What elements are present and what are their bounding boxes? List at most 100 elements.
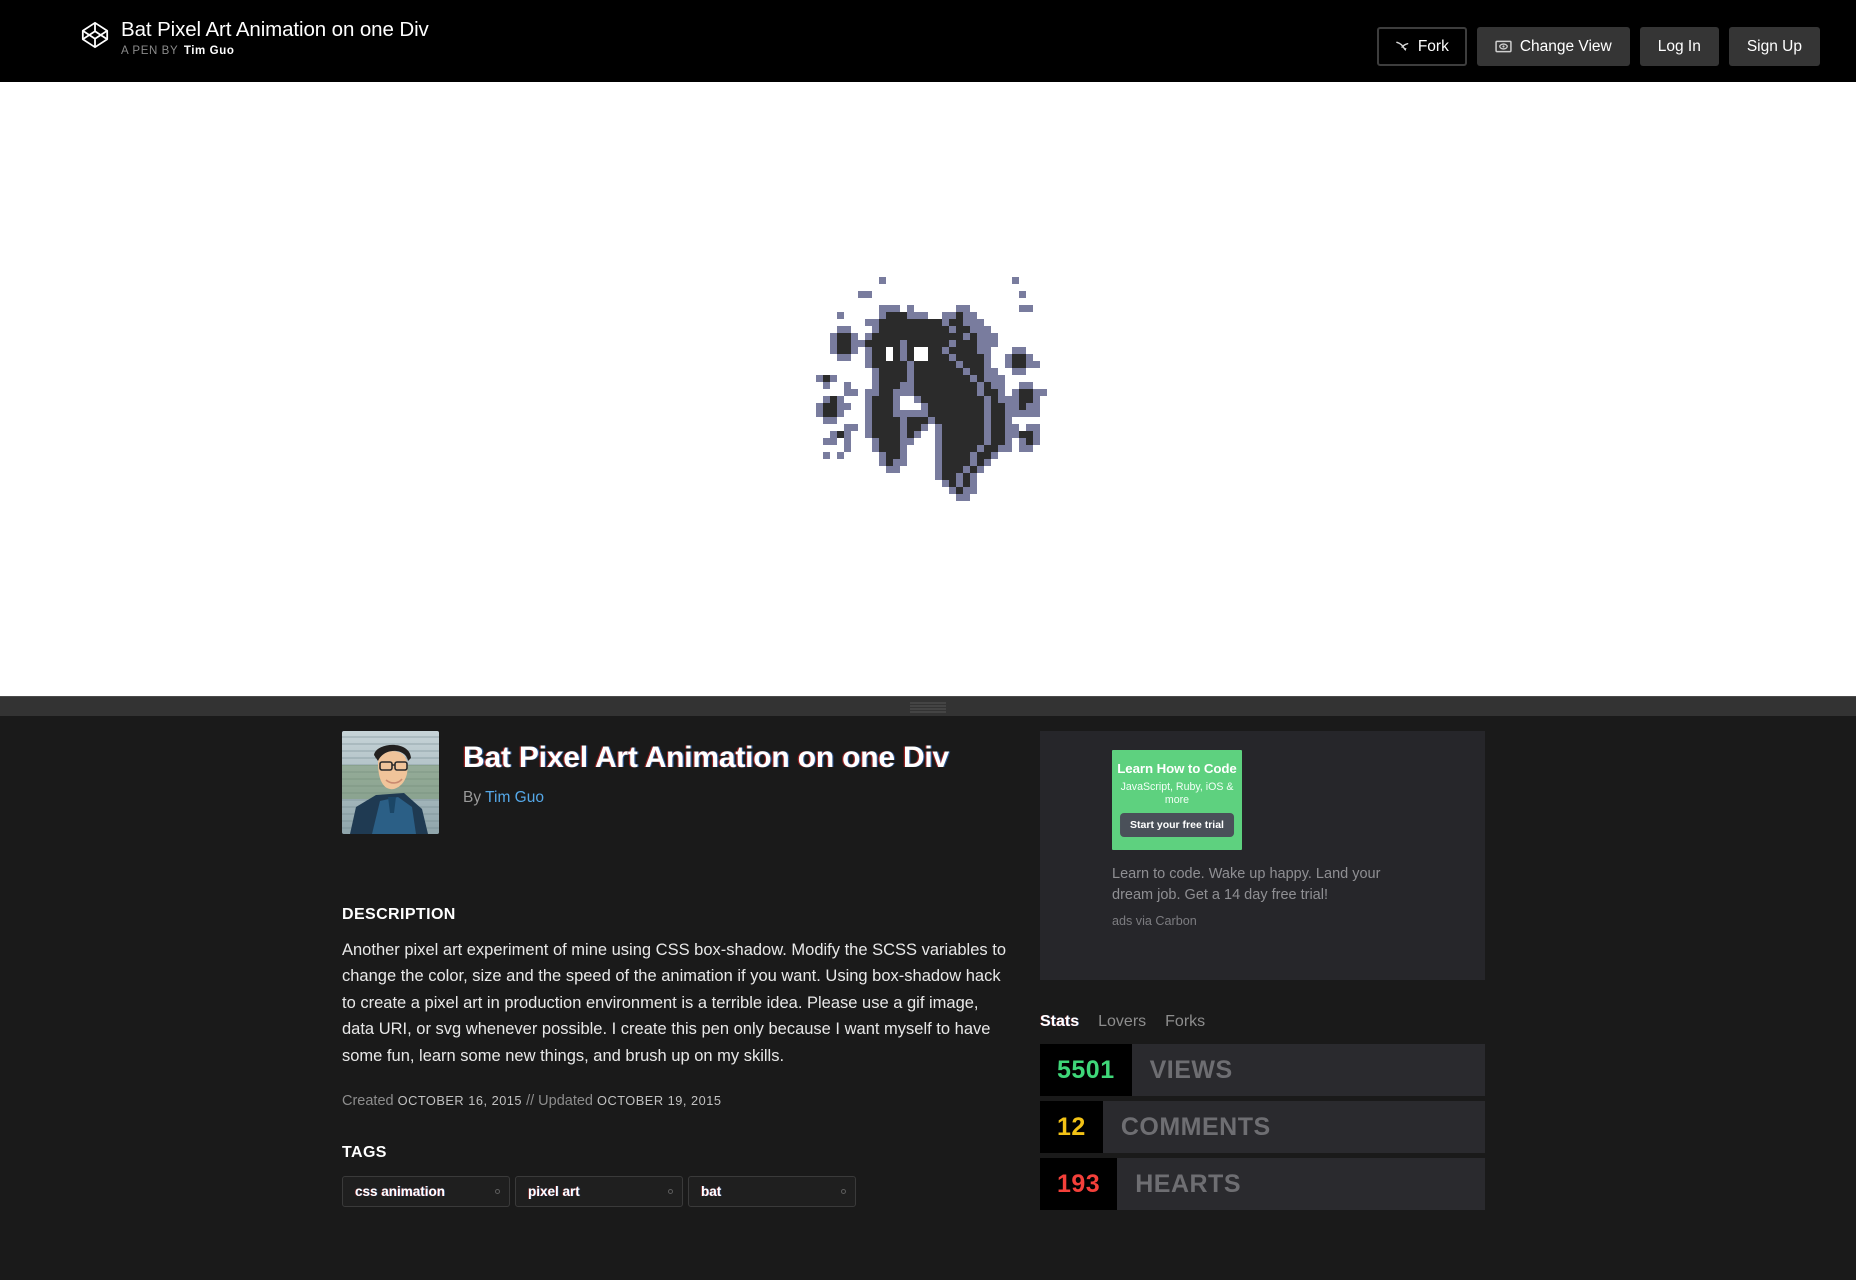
avatar[interactable]: [342, 731, 439, 834]
tag-bat[interactable]: bat: [688, 1176, 856, 1208]
bat-pixel: [816, 375, 823, 382]
bat-pixel: [970, 431, 977, 438]
bat-pixel: [949, 396, 956, 403]
sign-up-button[interactable]: Sign Up: [1728, 27, 1820, 66]
bat-pixel: [942, 466, 949, 473]
bat-pixel: [970, 340, 977, 347]
ad-attribution[interactable]: ads via Carbon: [1112, 914, 1412, 928]
stat-row-hearts[interactable]: 193 HEARTS: [1040, 1158, 1485, 1210]
stats-bars: 5501 VIEWS 12 COMMENTS 193 HEARTS: [1040, 1044, 1485, 1210]
bat-pixel: [977, 445, 984, 452]
bat-pixel: [970, 382, 977, 389]
change-view-button[interactable]: Change View: [1476, 27, 1630, 66]
bat-pixel: [977, 410, 984, 417]
bat-pixel: [879, 326, 886, 333]
bat-pixel: [879, 277, 886, 284]
bat-pixel: [886, 445, 893, 452]
bat-pixel: [1005, 410, 1012, 417]
codepen-logo-icon[interactable]: [80, 20, 110, 50]
tab-lovers[interactable]: Lovers: [1098, 1013, 1146, 1031]
bat-pixel: [970, 375, 977, 382]
bat-pixel-canvas: [809, 277, 1047, 501]
bat-pixel: [956, 466, 963, 473]
bat-pixel: [928, 403, 935, 410]
tag-dot-icon: [495, 1189, 500, 1195]
pen-dates: Created OCTOBER 16, 2015 // Updated OCTO…: [342, 1093, 1022, 1109]
bat-pixel: [998, 396, 1005, 403]
bat-pixel: [1040, 389, 1047, 396]
log-in-button[interactable]: Log In: [1639, 27, 1719, 66]
byline-prefix: A PEN BY: [121, 45, 179, 57]
bat-pixel: [1012, 389, 1019, 396]
bat-pixel: [998, 445, 1005, 452]
bat-pixel: [886, 403, 893, 410]
stat-row-views[interactable]: 5501 VIEWS: [1040, 1044, 1485, 1096]
stat-row-comments[interactable]: 12 COMMENTS: [1040, 1101, 1485, 1153]
bat-pixel: [991, 403, 998, 410]
bat-pixel: [879, 312, 886, 319]
bat-pixel: [914, 417, 921, 424]
bat-pixel: [865, 319, 872, 326]
bat-pixel: [844, 445, 851, 452]
bat-pixel: [886, 410, 893, 417]
bat-pixel: [963, 424, 970, 431]
preview-resize-bar[interactable]: [0, 696, 1856, 716]
bat-pixel: [949, 312, 956, 319]
bat-pixel: [935, 368, 942, 375]
bat-pixel: [886, 333, 893, 340]
bat-pixel: [858, 291, 865, 298]
bat-pixel: [970, 333, 977, 340]
bat-pixel: [858, 340, 865, 347]
bat-pixel: [865, 333, 872, 340]
bat-pixel: [879, 410, 886, 417]
bat-pixel: [970, 445, 977, 452]
bat-pixel: [956, 424, 963, 431]
bat-pixel: [886, 361, 893, 368]
bat-pixel: [907, 305, 914, 312]
bat-pixel: [893, 389, 900, 396]
tag-css-animation[interactable]: css animation: [342, 1176, 510, 1208]
bat-pixel: [830, 375, 837, 382]
preview-resize-handle[interactable]: [910, 702, 946, 712]
bat-pixel: [900, 319, 907, 326]
bat-pixel: [1005, 417, 1012, 424]
bat-pixel: [942, 403, 949, 410]
bat-pixel: [970, 403, 977, 410]
bat-pixel: [977, 354, 984, 361]
bat-pixel: [907, 319, 914, 326]
bat-pixel: [956, 396, 963, 403]
bat-pixel: [900, 410, 907, 417]
bat-pixel: [977, 459, 984, 466]
byline-author[interactable]: Tim Guo: [184, 45, 235, 57]
bat-pixel: [935, 375, 942, 382]
ad-copy[interactable]: Learn to code. Wake up happy. Land your …: [1112, 864, 1402, 906]
bat-pixel: [1033, 424, 1040, 431]
bat-pixel: [977, 326, 984, 333]
tag-label: css animation: [355, 1184, 446, 1200]
bat-pixel: [914, 375, 921, 382]
bat-pixel: [1019, 445, 1026, 452]
tab-forks[interactable]: Forks: [1165, 1013, 1205, 1031]
bat-pixel: [970, 326, 977, 333]
bat-pixel: [893, 417, 900, 424]
bat-pixel: [907, 417, 914, 424]
bat-pixel: [837, 403, 844, 410]
tab-stats[interactable]: Stats: [1040, 1013, 1079, 1031]
bat-pixel: [872, 410, 879, 417]
advertisement-creative[interactable]: Learn How to Code JavaScript, Ruby, iOS …: [1112, 750, 1242, 850]
bat-pixel: [1033, 361, 1040, 368]
bat-pixel: [907, 389, 914, 396]
bat-pixel: [998, 375, 1005, 382]
tag-pixel-art[interactable]: pixel art: [515, 1176, 683, 1208]
author-link[interactable]: Tim Guo: [485, 789, 544, 806]
bat-pixel: [1012, 347, 1019, 354]
fork-button[interactable]: Fork: [1376, 27, 1467, 66]
bat-pixel: [942, 340, 949, 347]
change-view-label: Change View: [1519, 37, 1612, 55]
bat-pixel: [956, 417, 963, 424]
tag-label: bat: [701, 1184, 722, 1200]
ad-cta-button[interactable]: Start your free trial: [1120, 813, 1234, 837]
bat-pixel: [984, 347, 991, 354]
bat-pixel: [935, 382, 942, 389]
bat-pixel: [942, 396, 949, 403]
